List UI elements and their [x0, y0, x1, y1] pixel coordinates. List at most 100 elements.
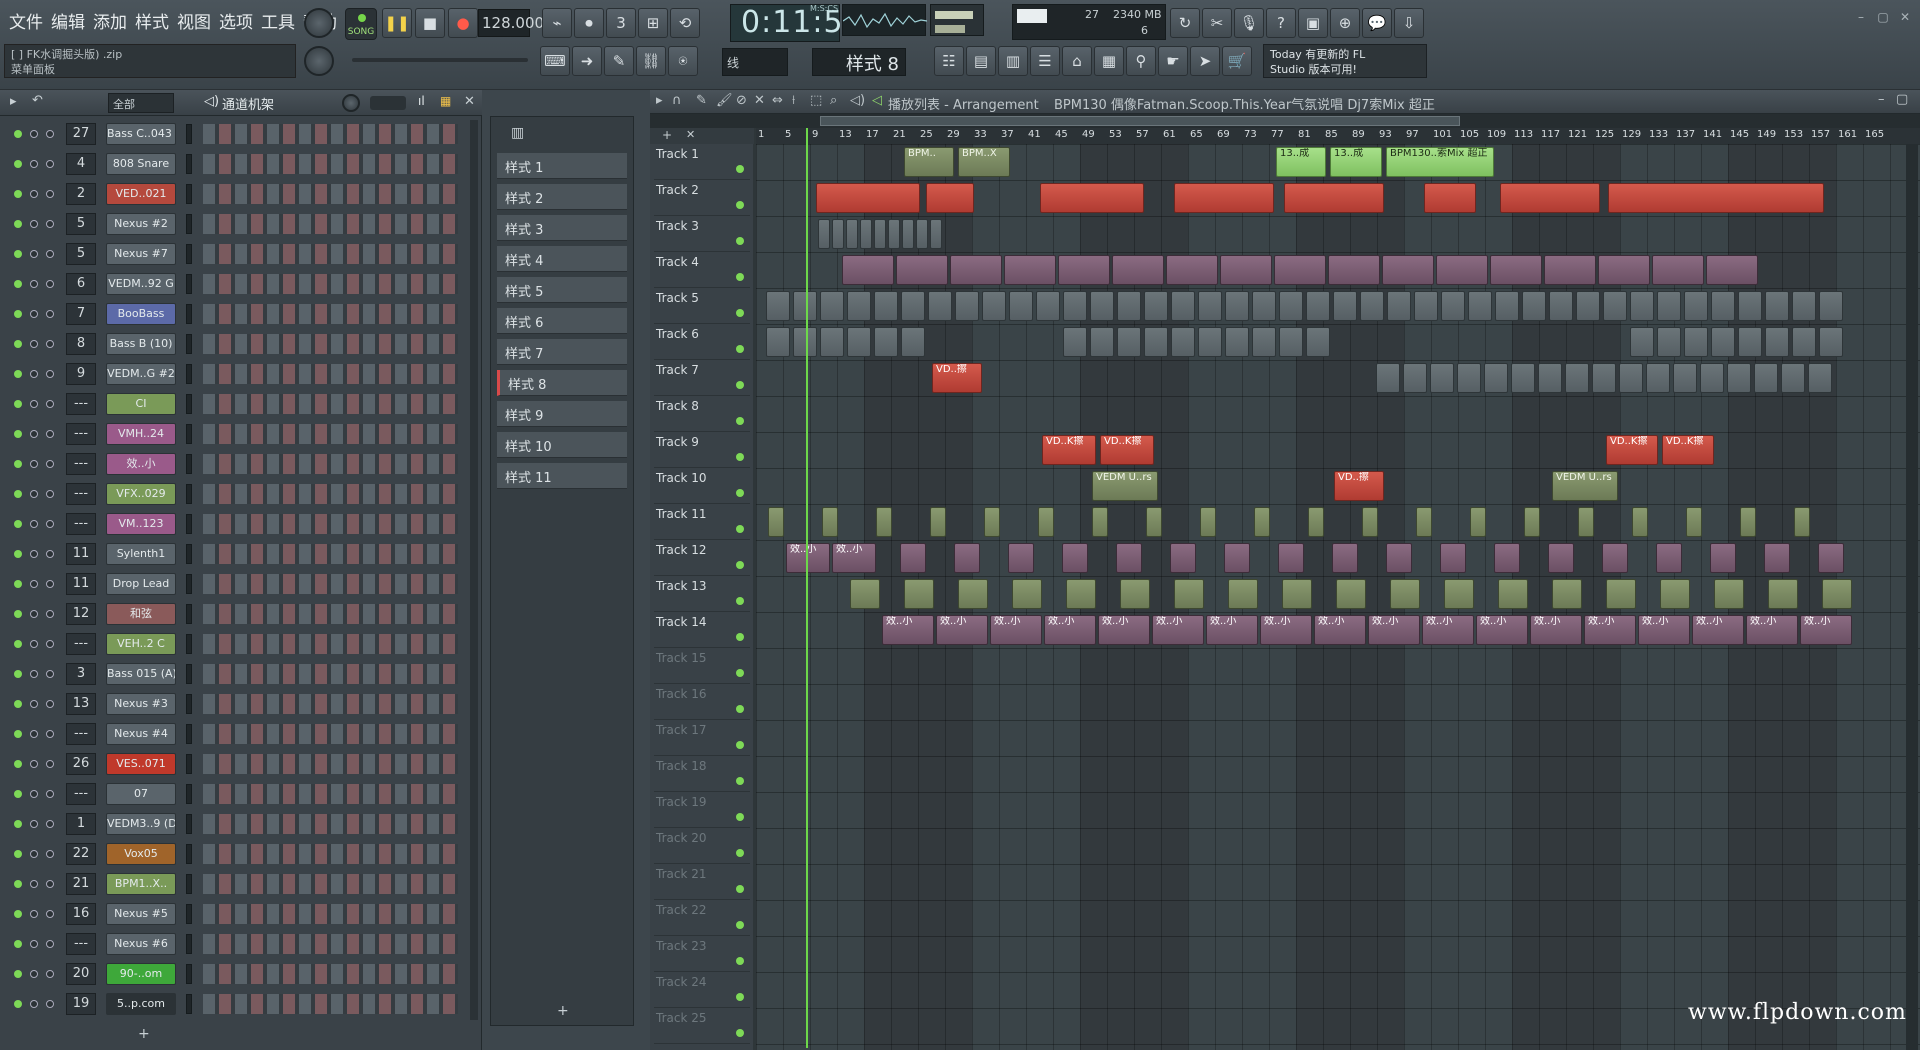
channel-pan-knob[interactable]: [30, 850, 38, 858]
playlist-clip[interactable]: [1552, 579, 1582, 609]
channel-select-indicator[interactable]: [186, 214, 192, 234]
channel-volume-knob[interactable]: [46, 850, 54, 858]
channel-mute-led[interactable]: [14, 550, 22, 558]
chat-button[interactable]: 💬: [1362, 8, 1392, 38]
mixer-track-number[interactable]: ---: [66, 393, 96, 415]
arrangement-grid[interactable]: BPM.. BPM..X 13..成 13..成 BPM130..索Mix 超正 VD..…: [756, 144, 1920, 1050]
channel-select-indicator[interactable]: [186, 754, 192, 774]
playlist-clip[interactable]: [818, 219, 830, 249]
playlist-clip[interactable]: 效..小: [1044, 615, 1096, 645]
channel-volume-knob[interactable]: [46, 220, 54, 228]
playlist-clip[interactable]: [1146, 507, 1162, 537]
channel-filter-select[interactable]: 全部: [108, 93, 174, 113]
channel-row[interactable]: 13 Nexus #3: [0, 690, 470, 720]
playlist-clip[interactable]: [896, 255, 948, 285]
playlist-clip[interactable]: 效..小: [1152, 615, 1204, 645]
playlist-clip[interactable]: 效..小: [1368, 615, 1420, 645]
arrow-tool-button[interactable]: ➜: [572, 46, 602, 76]
track-header[interactable]: Track 6: [654, 324, 750, 360]
channel-pan-knob[interactable]: [30, 580, 38, 588]
step-sequencer-row[interactable]: [203, 304, 458, 324]
channel-pan-knob[interactable]: [30, 940, 38, 948]
menu-patterns[interactable]: 样式: [132, 6, 172, 36]
playlist-clip[interactable]: [1220, 255, 1272, 285]
playlist-clip[interactable]: [766, 291, 790, 321]
channel-volume-knob[interactable]: [46, 670, 54, 678]
channel-pan-knob[interactable]: [30, 640, 38, 648]
playlist-clip[interactable]: [1494, 543, 1520, 573]
track-header[interactable]: Track 18: [654, 756, 750, 792]
playlist-clip[interactable]: [1004, 255, 1056, 285]
channel-name-button[interactable]: VM..123: [106, 513, 176, 535]
track-mute-led[interactable]: [736, 417, 744, 425]
step-sequencer-row[interactable]: [203, 934, 458, 954]
delete-icon[interactable]: ⊘: [736, 93, 747, 108]
playlist-clip[interactable]: [1062, 543, 1088, 573]
playlist-clip[interactable]: [766, 327, 790, 357]
mixer-track-number[interactable]: ---: [66, 453, 96, 475]
plugin-picker-button[interactable]: ⌂: [1062, 46, 1092, 76]
playlist-clip[interactable]: [1738, 291, 1762, 321]
mixer-track-number[interactable]: ---: [66, 633, 96, 655]
playlist-clip[interactable]: [1792, 327, 1816, 357]
playlist-clip[interactable]: 效..小: [786, 543, 830, 573]
channel-name-button[interactable]: Nexus #2: [106, 213, 176, 235]
step-sequencer-row[interactable]: [203, 664, 458, 684]
song-mode-toggle[interactable]: SONG: [345, 8, 377, 40]
channel-row[interactable]: 8 Bass B (10): [0, 330, 470, 360]
playlist-clip[interactable]: [1116, 543, 1142, 573]
playlist-clip[interactable]: [1414, 291, 1438, 321]
playlist-clip[interactable]: 效..小: [1530, 615, 1582, 645]
add-pattern-icon[interactable]: +: [557, 1003, 569, 1019]
channel-select-indicator[interactable]: [186, 544, 192, 564]
track-header[interactable]: Track 9: [654, 432, 750, 468]
track-mute-led[interactable]: [736, 381, 744, 389]
track-mute-led[interactable]: [736, 921, 744, 929]
wait-input-button[interactable]: ⏺: [574, 8, 604, 38]
channel-pan-knob[interactable]: [30, 340, 38, 348]
pattern-selector[interactable]: 样式 8: [812, 48, 906, 76]
channel-name-button[interactable]: Nexus #7: [106, 243, 176, 265]
playlist-clip[interactable]: [1170, 543, 1196, 573]
stamp-tool-button[interactable]: ⍟: [668, 46, 698, 76]
pattern-item[interactable]: 样式 1: [497, 153, 627, 179]
channel-mute-led[interactable]: [14, 160, 22, 168]
channel-pan-knob[interactable]: [30, 310, 38, 318]
playlist-clip[interactable]: 效..小: [1584, 615, 1636, 645]
playlist-clip[interactable]: [1684, 291, 1708, 321]
playlist-clip[interactable]: [874, 291, 898, 321]
playlist-clip[interactable]: VEDM U..rs: [1552, 471, 1618, 501]
channel-row[interactable]: --- Nexus #4: [0, 720, 470, 750]
playlist-clip[interactable]: [847, 291, 871, 321]
paint-icon[interactable]: 🖌: [716, 93, 733, 108]
channel-mute-led[interactable]: [14, 130, 22, 138]
step-sequencer-row[interactable]: [203, 754, 458, 774]
playlist-clip[interactable]: [954, 543, 980, 573]
render-button[interactable]: ➤: [1190, 46, 1220, 76]
mixer-track-number[interactable]: 19: [66, 993, 96, 1015]
playlist-clip[interactable]: VEDM U..rs: [1092, 471, 1158, 501]
magnet-icon[interactable]: ∩: [672, 93, 682, 108]
playlist-clip[interactable]: 效..小: [1800, 615, 1852, 645]
playlist-clip[interactable]: [876, 507, 892, 537]
playlist-clip[interactable]: [1092, 507, 1108, 537]
tempo-display[interactable]: 128.000: [478, 9, 544, 37]
playlist-clip[interactable]: [1424, 183, 1476, 213]
step-sequencer-row[interactable]: [203, 724, 458, 744]
channel-name-button[interactable]: VFX..029: [106, 483, 176, 505]
channel-name-button[interactable]: VEDM..92 G: [106, 273, 176, 295]
track-header[interactable]: Track 3: [654, 216, 750, 252]
playlist-clip[interactable]: [1544, 255, 1596, 285]
playlist-clip[interactable]: [1440, 543, 1466, 573]
channel-name-button[interactable]: VED..021: [106, 183, 176, 205]
channel-select-indicator[interactable]: [186, 334, 192, 354]
track-header[interactable]: Track 11: [654, 504, 750, 540]
playlist-menu-arrow[interactable]: ▸: [656, 93, 663, 108]
playlist-clip[interactable]: [1457, 363, 1481, 393]
channel-name-button[interactable]: 效..小: [106, 453, 176, 475]
track-mute-led[interactable]: [736, 597, 744, 605]
playlist-clip[interactable]: [1090, 327, 1114, 357]
channel-row[interactable]: 4 808 Snare: [0, 150, 470, 180]
menu-options[interactable]: 选项: [216, 6, 256, 36]
track-header[interactable]: Track 8: [654, 396, 750, 432]
